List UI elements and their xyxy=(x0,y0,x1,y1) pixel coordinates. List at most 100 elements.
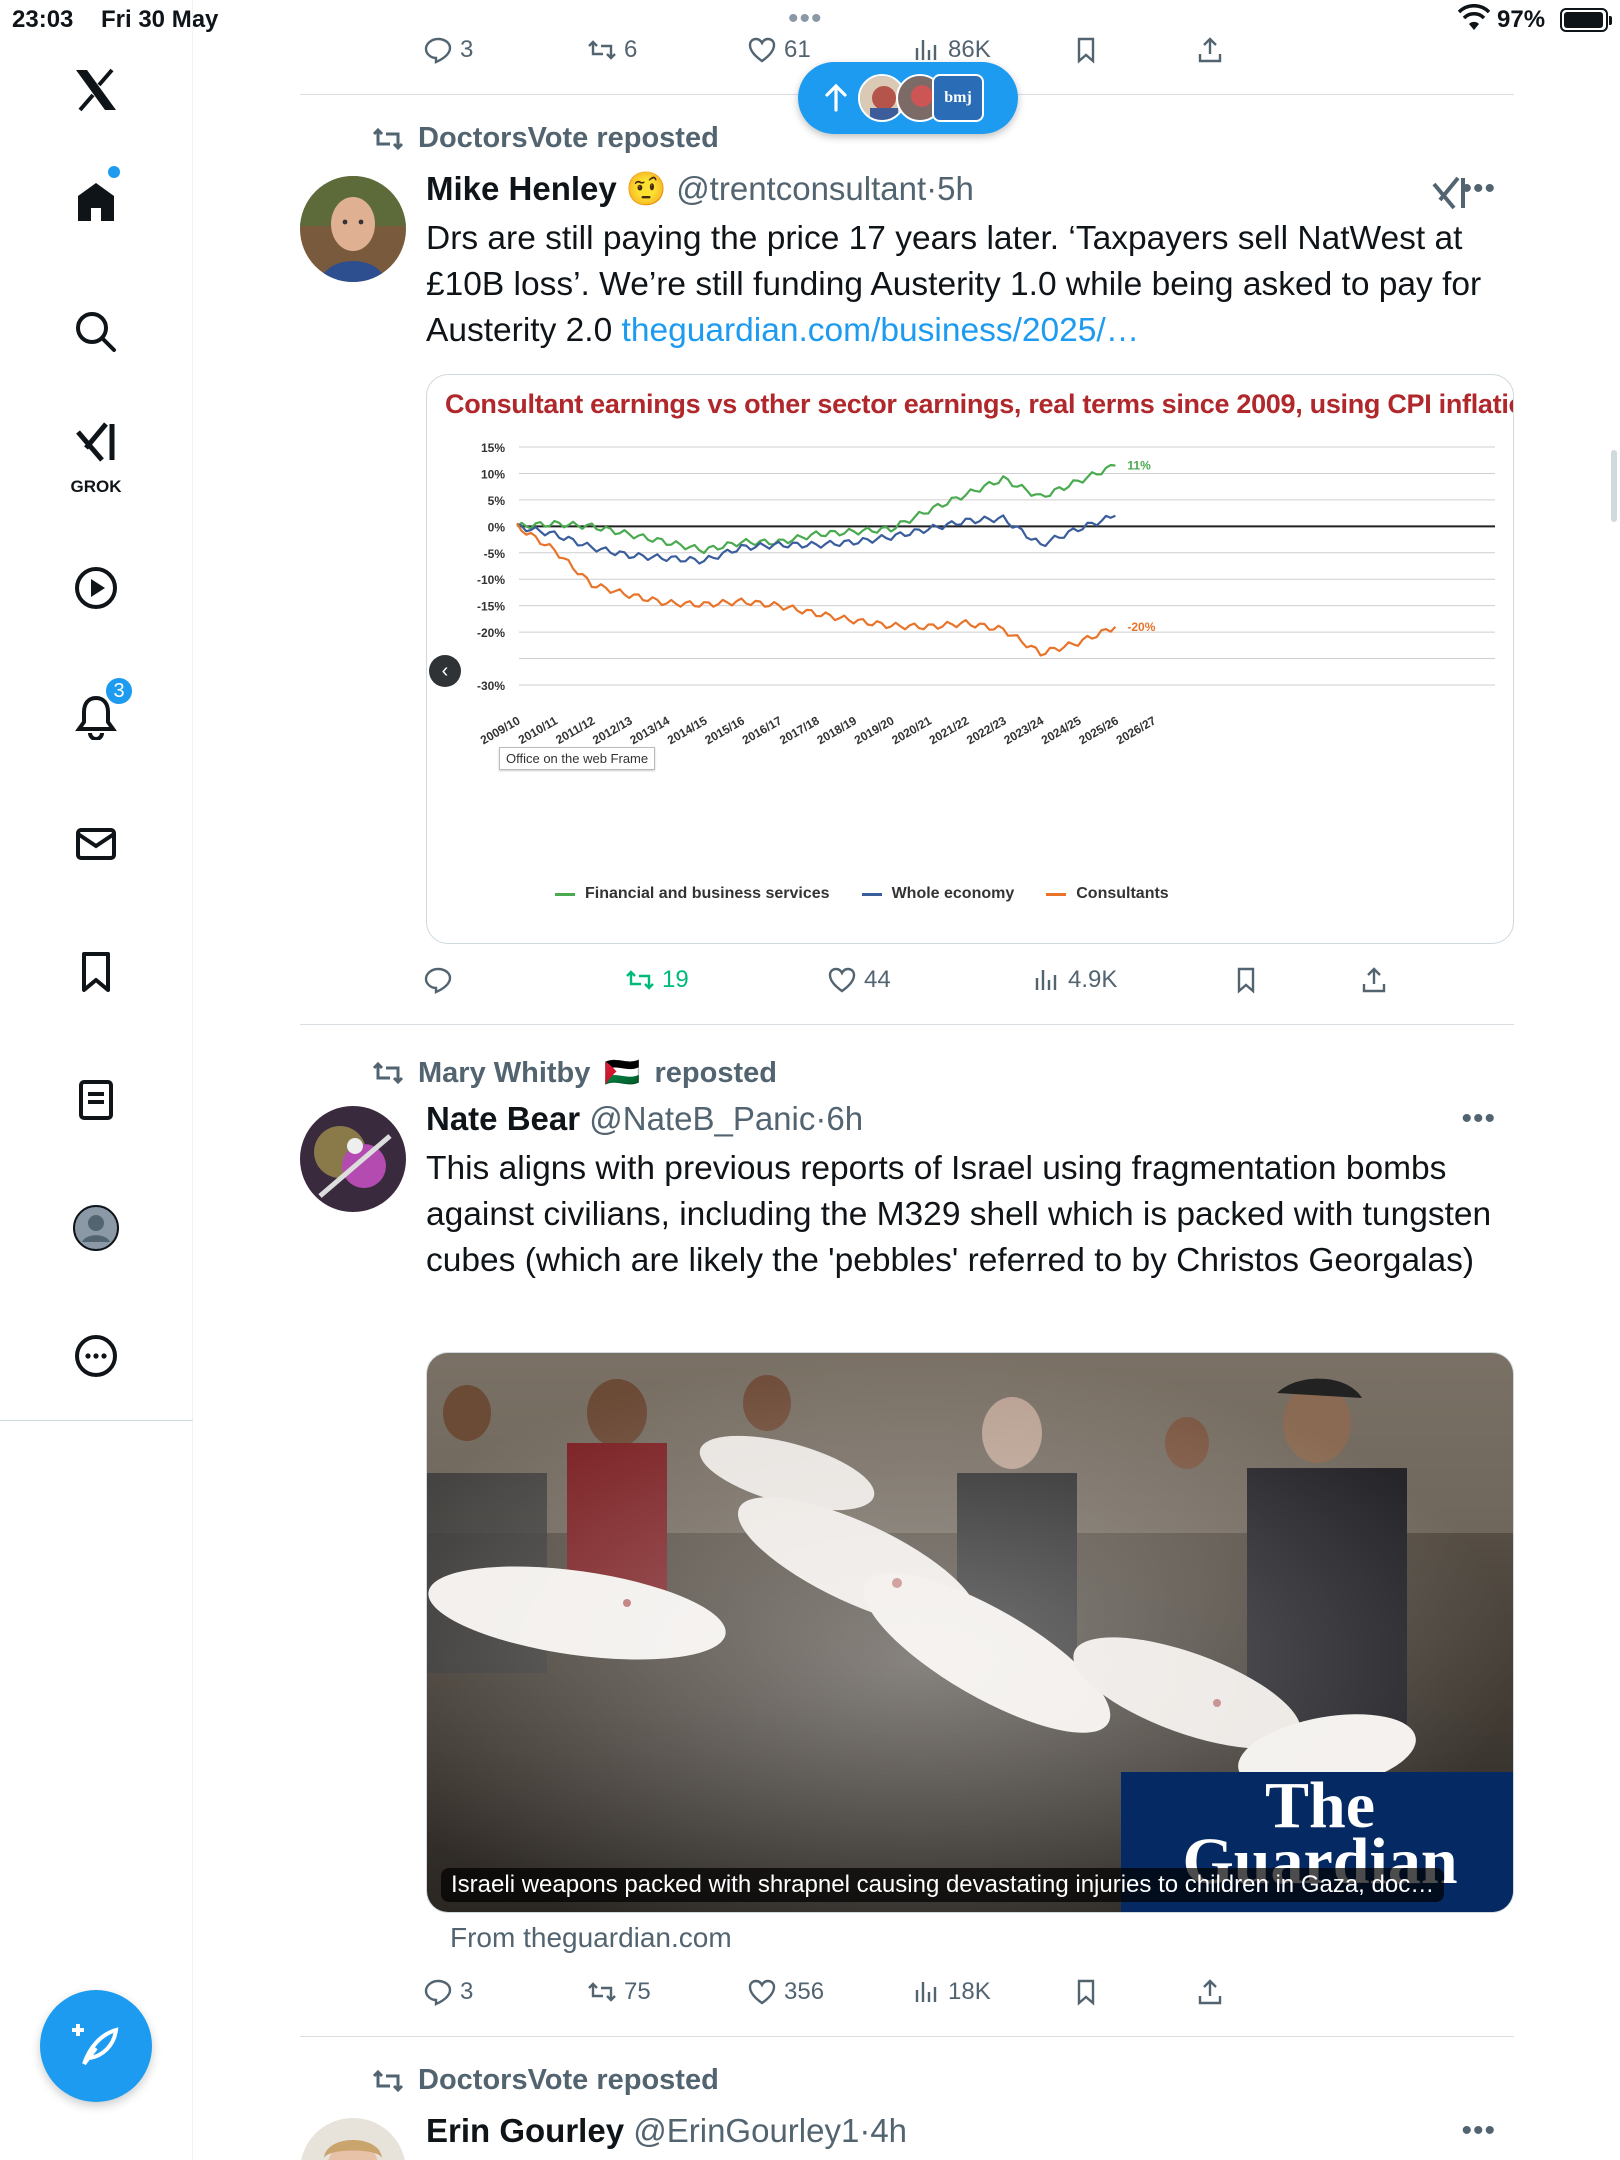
like-count: 44 xyxy=(864,966,891,993)
repost-button[interactable]: 75 xyxy=(588,1978,651,2006)
author-handle[interactable]: @ErinGourley1 xyxy=(633,2112,859,2149)
nav-search[interactable] xyxy=(56,292,136,372)
share-button[interactable] xyxy=(1196,36,1224,64)
nav-video[interactable] xyxy=(56,548,136,628)
repost-count: 6 xyxy=(624,36,638,63)
tweet-time[interactable]: 5h xyxy=(937,170,974,207)
grok-label: GROK xyxy=(70,477,122,496)
author-handle[interactable]: @trentconsultant xyxy=(676,170,926,207)
tweet-time[interactable]: 4h xyxy=(870,2112,907,2149)
chart-image-card[interactable]: Consultant earnings vs other sector earn… xyxy=(426,374,1514,944)
tweet-time[interactable]: 6h xyxy=(826,1100,863,1137)
arrow-up-icon xyxy=(825,83,847,112)
separator: · xyxy=(859,2112,871,2149)
y-tick-label: 15% xyxy=(481,441,505,455)
heart-icon xyxy=(748,37,776,63)
reply-button[interactable] xyxy=(424,966,460,994)
y-tick-label: -5% xyxy=(484,547,506,561)
y-tick-label: 0% xyxy=(488,520,506,534)
repost-button[interactable]: 6 xyxy=(588,36,637,64)
nav-lists[interactable] xyxy=(56,1060,136,1140)
sidebar: GROK 3 xyxy=(0,0,193,2160)
views-count: 18K xyxy=(948,1978,991,2005)
author-name[interactable]: Mike Henley xyxy=(426,170,617,207)
tweet-mike-henley[interactable]: DoctorsVote reposted Mike Henley 🤨 @tren… xyxy=(300,94,1514,1024)
play-circle-icon xyxy=(75,567,117,609)
share-icon xyxy=(1198,1979,1222,2005)
reply-button[interactable]: 3 xyxy=(424,1978,473,2006)
x-tick-label: 2013/14 xyxy=(628,713,673,747)
search-icon xyxy=(76,312,116,352)
x-logo-icon[interactable] xyxy=(56,50,136,130)
like-button[interactable]: 61 xyxy=(748,36,811,64)
compose-button[interactable] xyxy=(40,1990,152,2102)
author-name[interactable]: Nate Bear xyxy=(426,1100,580,1137)
bookmark-button[interactable] xyxy=(1072,36,1100,64)
x-tick-label: 2020/21 xyxy=(889,713,934,747)
x-tick-label: 2014/15 xyxy=(665,713,710,747)
bookmark-icon xyxy=(1077,1979,1095,2006)
tweet-link[interactable]: theguardian.com/business/2025/… xyxy=(622,312,1140,349)
avatar[interactable] xyxy=(300,2118,406,2160)
repost-button[interactable]: 19 xyxy=(626,966,689,994)
legend-item: Consultants xyxy=(1046,885,1169,903)
repost-label: DoctorsVote reposted xyxy=(418,122,719,154)
tweet-text: This aligns with previous reports of Isr… xyxy=(426,1150,1492,1279)
line-chart: 15% 10% 5% 0% -5% -10% -15% -20% -30% 2009/102010… xyxy=(477,441,1495,747)
tweet-nate-bear[interactable]: Mary Whitby 🇵🇸 reposted Nate Bear @NateB… xyxy=(300,1024,1514,2036)
nav-profile[interactable] xyxy=(56,1188,136,1268)
more-options-icon[interactable]: ••• xyxy=(1461,2114,1496,2148)
series-line xyxy=(516,514,1116,565)
like-button[interactable]: 44 xyxy=(828,966,891,994)
views-button[interactable]: 18K xyxy=(912,1978,991,2006)
battery-level xyxy=(1564,12,1603,28)
multitasking-dots-icon[interactable]: ••• xyxy=(788,2,823,36)
author-name[interactable]: Erin Gourley xyxy=(426,2112,624,2149)
bookmark-button[interactable] xyxy=(1232,966,1260,994)
y-tick-label: -30% xyxy=(477,679,505,693)
x-tick-label: 2011/12 xyxy=(553,713,597,747)
x-tick-label: 2017/18 xyxy=(777,713,822,747)
tweet-actions: 3 75 356 18K xyxy=(424,1978,1454,2018)
x-tick-label: 2009/10 xyxy=(478,713,523,747)
views-button[interactable]: 86K xyxy=(912,36,991,64)
series-end-label: 11% xyxy=(1127,459,1151,473)
more-options-icon[interactable]: ••• xyxy=(1461,172,1496,206)
tweet-erin-gourley[interactable]: DoctorsVote reposted Erin Gourley @ErinG… xyxy=(300,2036,1514,2160)
legend-label: Consultants xyxy=(1076,885,1169,902)
more-options-icon[interactable]: ••• xyxy=(1461,1102,1496,1136)
nav-more[interactable] xyxy=(56,1316,136,1396)
mail-icon xyxy=(76,828,116,860)
repost-suffix: reposted xyxy=(654,1056,777,1089)
avatar[interactable] xyxy=(300,176,406,282)
author-handle[interactable]: @NateB_Panic xyxy=(589,1100,815,1137)
series-end-label: -20% xyxy=(1127,620,1155,634)
share-button[interactable] xyxy=(1360,966,1388,994)
share-icon xyxy=(1362,967,1386,993)
grok-icon xyxy=(76,422,115,462)
nav-bookmarks[interactable] xyxy=(56,932,136,1012)
link-preview-card[interactable]: The Guardian Israeli weapons packed with … xyxy=(426,1352,1514,1913)
scrollbar[interactable] xyxy=(1611,450,1617,522)
share-button[interactable] xyxy=(1196,1978,1224,2006)
lists-icon xyxy=(79,1080,113,1120)
y-tick-label: -20% xyxy=(477,626,505,640)
views-button[interactable]: 4.9K xyxy=(1032,966,1117,994)
card-source[interactable]: From theguardian.com xyxy=(450,1922,732,1954)
like-button[interactable]: 356 xyxy=(748,1978,824,2006)
nav-home[interactable] xyxy=(56,162,136,242)
nav-grok[interactable] xyxy=(56,410,136,474)
legend-item: Financial and business services xyxy=(555,885,830,903)
battery-icon xyxy=(1560,8,1612,32)
bookmark-button[interactable] xyxy=(1072,1978,1100,2006)
chevron-left-icon[interactable]: ‹ xyxy=(429,655,461,687)
legend-label: Financial and business services xyxy=(585,885,830,902)
bookmark-icon xyxy=(82,952,110,992)
nav-messages[interactable] xyxy=(56,804,136,884)
reply-button[interactable]: 3 xyxy=(424,36,473,64)
new-posts-pill[interactable]: bmj xyxy=(798,62,1018,134)
avatar[interactable] xyxy=(300,1106,406,1212)
home-icon xyxy=(78,183,114,221)
nav-notifications[interactable]: 3 xyxy=(56,676,136,756)
tweet-text: Drs are still paying the price 17 years … xyxy=(426,216,1514,354)
